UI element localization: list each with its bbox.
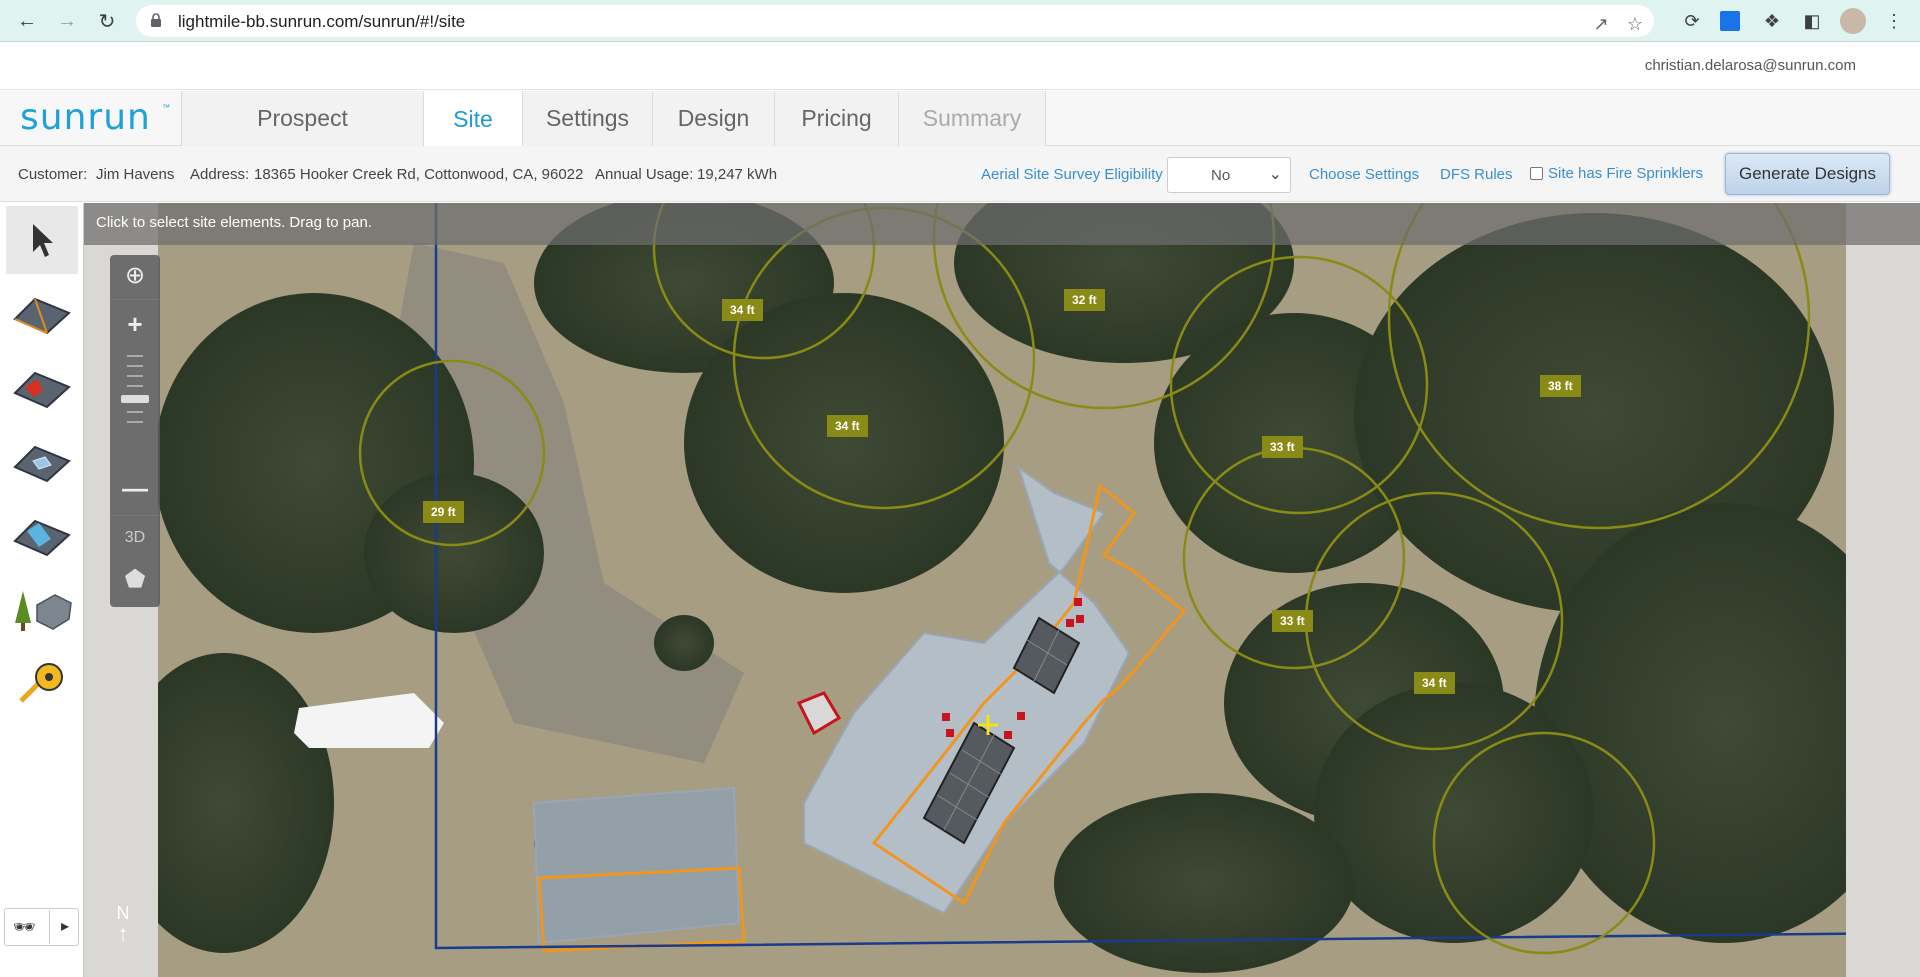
choose-settings-link[interactable]: Choose Settings <box>1309 166 1419 183</box>
reload-icon[interactable]: ↻ <box>94 8 120 34</box>
chevron-right-icon: ▸ <box>61 918 70 935</box>
tab-settings[interactable]: Settings <box>522 91 652 146</box>
usage-label: Annual Usage: <box>595 166 694 183</box>
obstruction-tool[interactable] <box>6 355 78 423</box>
extension-sync-icon[interactable]: ⟳ <box>1680 9 1704 33</box>
zoom-slider-handle[interactable] <box>121 395 149 403</box>
user-bar: christian.delarosa@sunrun.com <box>0 43 1920 90</box>
tab-site[interactable]: Site <box>423 91 522 147</box>
app-nav: sunrun ™ Prospect Site Settings Design P… <box>0 91 1920 147</box>
user-email[interactable]: christian.delarosa@sunrun.com <box>1645 57 1856 74</box>
side-panel-icon[interactable]: ◧ <box>1800 9 1824 33</box>
puzzle-icon[interactable]: ❖ <box>1760 9 1784 33</box>
fire-sprinklers-checkbox[interactable] <box>1530 167 1543 180</box>
forward-icon[interactable]: → <box>54 8 80 34</box>
measure-tool[interactable] <box>6 651 78 719</box>
select-tool[interactable] <box>6 206 78 274</box>
tab-design[interactable]: Design <box>652 91 774 146</box>
satellite-imagery <box>84 203 1920 977</box>
zoom-slider[interactable] <box>110 347 160 431</box>
tab-pricing[interactable]: Pricing <box>774 91 898 146</box>
url-text: lightmile-bb.sunrun.com/sunrun/#!/site <box>178 12 466 31</box>
generate-designs-button[interactable]: Generate Designs <box>1725 153 1890 195</box>
share-icon[interactable]: ↗ <box>1590 13 1612 35</box>
tree-height-label[interactable]: 34 ft <box>827 415 868 437</box>
tree-height-label[interactable]: 34 ft <box>1414 672 1455 694</box>
tab-summary: Summary <box>898 91 1046 146</box>
dfs-rules-link[interactable]: DFS Rules <box>1440 166 1513 183</box>
address-bar[interactable]: lightmile-bb.sunrun.com/sunrun/#!/site ↗… <box>136 5 1654 37</box>
roof-plane-icon <box>13 297 71 335</box>
aerial-eligibility-value: No <box>1211 167 1231 184</box>
view-3d-button[interactable]: 3D <box>110 529 160 547</box>
cube-icon[interactable]: ⬟ <box>110 565 160 594</box>
menu-dots-icon[interactable]: ⋮ <box>1882 9 1906 33</box>
zoom-controls: ⊕ + — 3D ⬟ <box>110 255 160 607</box>
fire-sprinklers-label[interactable]: Site has Fire Sprinklers <box>1548 165 1703 182</box>
recenter-icon[interactable]: ⊕ <box>110 261 160 290</box>
aerial-survey-link[interactable]: Aerial Site Survey Eligibility <box>981 166 1163 183</box>
skylight-tool[interactable] <box>6 429 78 497</box>
north-arrow: N ↑ <box>112 903 134 946</box>
flat-roof-tool[interactable] <box>6 503 78 571</box>
customer-label: Customer: <box>18 166 88 183</box>
back-icon[interactable]: ← <box>14 8 40 34</box>
chevron-down-icon: ⌄ <box>1268 166 1282 183</box>
cursor-arrow-icon <box>33 224 53 257</box>
lock-icon <box>151 13 161 27</box>
north-arrow-icon: ↑ <box>117 921 129 946</box>
sunrun-logo[interactable]: sunrun <box>20 97 151 138</box>
tool-palette: 🕶 ▸ <box>0 203 84 977</box>
map-hint-bar: Click to select site elements. Drag to p… <box>84 203 1920 245</box>
address-value: 18365 Hooker Creek Rd, Cottonwood, CA, 9… <box>254 166 584 183</box>
customer-name: Jim Havens <box>96 166 175 183</box>
tab-prospect[interactable]: Prospect <box>181 91 423 146</box>
roof-obstruction-icon <box>13 371 71 409</box>
zoom-in-icon[interactable]: + <box>110 309 160 340</box>
tree-height-label[interactable]: 34 ft <box>722 299 763 321</box>
tree-tool[interactable] <box>6 577 78 645</box>
address-label: Address: <box>190 166 250 183</box>
profile-avatar[interactable] <box>1840 8 1866 34</box>
view-toggle[interactable]: 🕶 ▸ <box>4 908 79 946</box>
aerial-eligibility-select[interactable]: No ⌄ <box>1167 157 1291 193</box>
usage-value: 19,247 kWh <box>697 166 778 183</box>
sunglasses-icon: 🕶 <box>13 917 36 937</box>
bookmark-star-icon[interactable]: ☆ <box>1624 13 1646 35</box>
roof-skylight-icon <box>13 445 71 483</box>
flat-roof-icon <box>13 519 71 557</box>
zoom-out-icon[interactable]: — <box>110 473 160 504</box>
customer-bar: Customer: Jim Havens Address: 18365 Hook… <box>0 146 1920 202</box>
logo-trademark: ™ <box>162 103 170 112</box>
tree-height-label[interactable]: 32 ft <box>1064 289 1105 311</box>
tree-height-label[interactable]: 33 ft <box>1272 610 1313 632</box>
tape-measure-icon <box>19 663 63 703</box>
site-map[interactable]: Click to select site elements. Drag to p… <box>84 203 1920 977</box>
tree-height-label[interactable]: 38 ft <box>1540 375 1581 397</box>
zoom-divider-2 <box>110 515 160 516</box>
tree-height-label[interactable]: 29 ft <box>423 501 464 523</box>
browser-toolbar: ← → ↻ lightmile-bb.sunrun.com/sunrun/#!/… <box>0 0 1920 42</box>
extension-app-icon[interactable] <box>1720 11 1740 31</box>
tree-height-label[interactable]: 33 ft <box>1262 436 1303 458</box>
toggle-divider <box>49 910 50 944</box>
map-hint-text: Click to select site elements. Drag to p… <box>96 214 372 231</box>
tree-obstruction-icon <box>15 591 72 631</box>
roof-tool[interactable] <box>6 281 78 349</box>
zoom-divider <box>110 299 160 300</box>
